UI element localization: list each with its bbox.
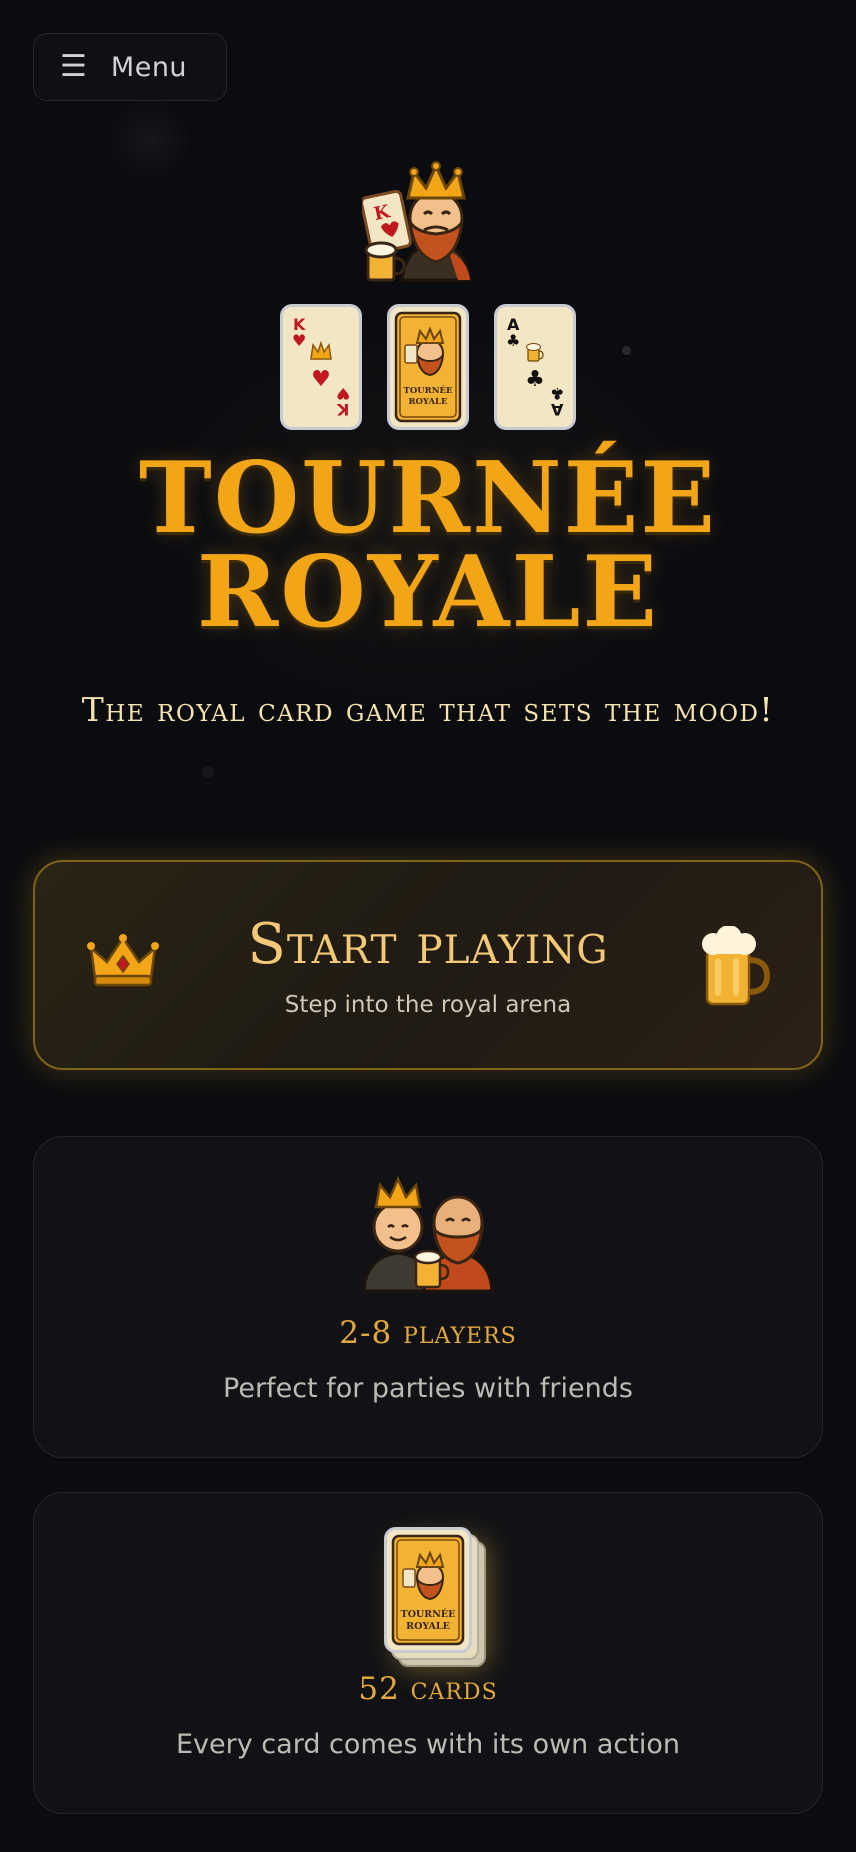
feature-card-players: 2-8 players Perfect for parties with fri…	[33, 1136, 823, 1458]
svg-text:ROYALE: ROYALE	[408, 397, 448, 407]
feature-title: 52 cards	[358, 1671, 498, 1707]
card-corner: K ♥	[335, 384, 350, 419]
svg-text:ROYALE: ROYALE	[406, 1621, 450, 1632]
card-corner: A ♣	[549, 384, 564, 419]
king-mascot-icon: K	[362, 161, 472, 282]
feature-card-cards: TOURNÉE ROYALE 52 cards Every card comes…	[33, 1492, 823, 1814]
feature-description: Every card comes with its own action	[176, 1729, 680, 1760]
crown-icon	[283, 340, 359, 366]
title-line-1: TOURNÉE	[138, 441, 718, 556]
card-back-art-icon: TOURNÉE ROYALE	[394, 311, 462, 423]
feature-title: 2-8 players	[339, 1315, 517, 1351]
decorative-dot	[202, 766, 214, 778]
beer-icon	[497, 341, 573, 368]
tagline: The royal card game that sets the mood!	[81, 690, 775, 729]
card-deck-icon: TOURNÉE ROYALE	[384, 1527, 486, 1667]
menu-label: Menu	[110, 51, 188, 83]
svg-text:TOURNÉE: TOURNÉE	[401, 1608, 456, 1620]
decorative-dot	[622, 346, 631, 355]
two-friends-icon	[362, 1175, 494, 1293]
hero-card-king-hearts: K ♥ ♥ K ♥	[280, 304, 362, 430]
hero-card-ace-clubs: A ♣ ♣ A ♣	[494, 304, 576, 430]
game-title: TOURNÉE ROYALE	[0, 441, 856, 650]
hamburger-icon: ☰	[60, 49, 87, 84]
beer-mug-icon	[702, 926, 771, 1006]
feature-description: Perfect for parties with friends	[223, 1373, 633, 1404]
start-playing-button[interactable]: Start playing Step into the royal arena	[33, 860, 823, 1070]
hero-card-back: TOURNÉE ROYALE	[387, 304, 469, 430]
menu-button[interactable]: ☰ Menu	[33, 33, 227, 101]
title-line-2: ROYALE	[196, 535, 660, 650]
svg-text:TOURNÉE: TOURNÉE	[404, 384, 453, 396]
